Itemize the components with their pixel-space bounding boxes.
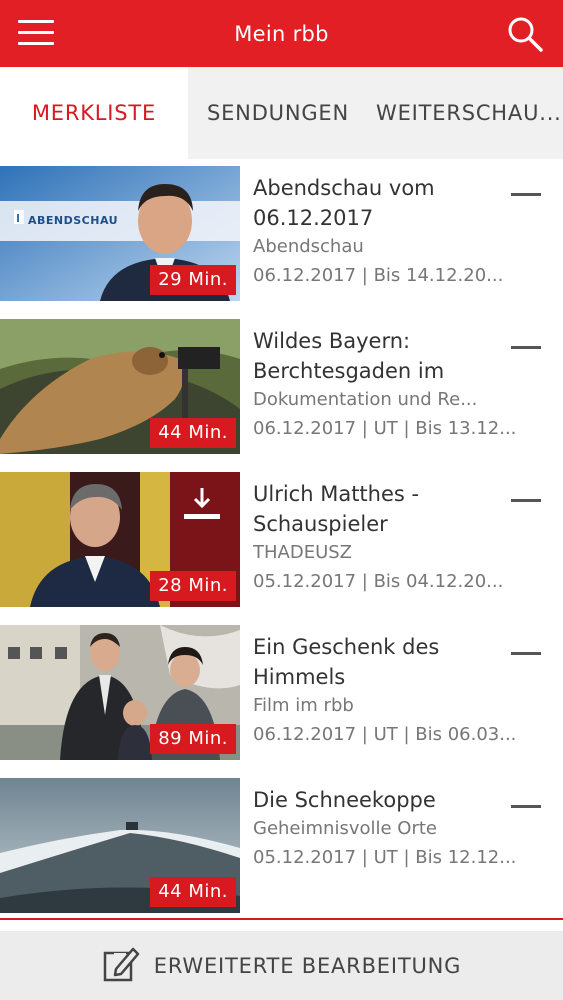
extended-edit-button[interactable]: ERWEITERTE BEARBEITUNG xyxy=(0,931,563,1000)
app-header: Mein rbb xyxy=(0,0,563,67)
duration-badge: 29 Min. xyxy=(150,265,236,295)
page-title: Mein rbb xyxy=(234,21,329,46)
remove-icon[interactable] xyxy=(511,805,541,808)
item-title[interactable]: Ulrich Matthes - Schauspieler xyxy=(253,479,515,539)
item-info: Ulrich Matthes - Schauspieler THADEUSZ 0… xyxy=(253,479,515,597)
item-info: Ein Geschenk des Himmels Film im rbb 06.… xyxy=(253,632,516,750)
item-info: Wildes Bayern: Berchtesgaden im Dokument… xyxy=(253,326,516,444)
hamburger-menu-icon[interactable] xyxy=(18,20,54,46)
list-item: ABENDSCHAU 29 Min. Abendschau vom 06.12.… xyxy=(0,159,563,312)
tab-merkliste[interactable]: MERKLISTE xyxy=(0,67,188,159)
item-subtitle: Dokumentation und Re... xyxy=(253,389,478,410)
list-item: 28 Min. Ulrich Matthes - Schauspieler TH… xyxy=(0,465,563,618)
item-subtitle: Geheimnisvolle Orte xyxy=(253,818,437,839)
list-item: 89 Min. Ein Geschenk des Himmels Film im… xyxy=(0,618,563,771)
item-meta: 05.12.2017 | Bis 04.12.20... xyxy=(253,571,504,592)
item-title[interactable]: Ein Geschenk des Himmels xyxy=(253,632,515,692)
item-subtitle: THADEUSZ xyxy=(253,542,353,563)
item-subtitle: Abendschau xyxy=(253,236,364,257)
remove-icon[interactable] xyxy=(511,652,541,655)
item-title[interactable]: Wildes Bayern: Berchtesgaden im xyxy=(253,326,515,386)
list-item: 44 Min. Wildes Bayern: Berchtesgaden im … xyxy=(0,312,563,465)
item-meta: 06.12.2017 | Bis 14.12.20... xyxy=(253,265,504,286)
search-icon[interactable] xyxy=(505,14,545,54)
item-subtitle: Film im rbb xyxy=(253,695,354,716)
video-thumbnail[interactable]: 44 Min. xyxy=(0,319,240,454)
item-title[interactable]: Abendschau vom 06.12.2017 xyxy=(253,173,515,233)
tab-weiterschauen[interactable]: WEITERSCHAU... xyxy=(368,67,563,159)
duration-badge: 28 Min. xyxy=(150,571,236,601)
video-thumbnail[interactable]: 89 Min. xyxy=(0,625,240,760)
remove-icon[interactable] xyxy=(511,193,541,196)
video-thumbnail[interactable]: 44 Min. xyxy=(0,778,240,913)
item-info: Abendschau vom 06.12.2017 Abendschau 06.… xyxy=(253,173,515,291)
video-thumbnail[interactable]: ABENDSCHAU 29 Min. xyxy=(0,166,240,301)
extended-edit-label: ERWEITERTE BEARBEITUNG xyxy=(153,953,462,978)
duration-badge: 89 Min. xyxy=(150,724,236,754)
item-info: Die Schneekoppe Geheimnisvolle Orte 05.1… xyxy=(253,785,516,873)
item-meta: 06.12.2017 | UT | Bis 06.03... xyxy=(253,724,517,745)
thumbnail-logo: ABENDSCHAU xyxy=(28,214,119,227)
item-meta: 06.12.2017 | UT | Bis 13.12... xyxy=(253,418,517,439)
item-title[interactable]: Die Schneekoppe xyxy=(253,785,515,815)
duration-badge: 44 Min. xyxy=(150,418,236,448)
edit-icon xyxy=(102,945,140,987)
duration-badge: 44 Min. xyxy=(150,877,236,907)
remove-icon[interactable] xyxy=(511,499,541,502)
tab-bar: MERKLISTE SENDUNGEN WEITERSCHAU... xyxy=(0,67,563,159)
downloaded-icon xyxy=(182,484,222,524)
divider xyxy=(0,918,563,920)
list-item: 44 Min. Die Schneekoppe Geheimnisvolle O… xyxy=(0,771,563,924)
tab-sendungen[interactable]: SENDUNGEN xyxy=(188,67,368,159)
remove-icon[interactable] xyxy=(511,346,541,349)
watchlist: ABENDSCHAU 29 Min. Abendschau vom 06.12.… xyxy=(0,159,563,924)
item-meta: 05.12.2017 | UT | Bis 12.12... xyxy=(253,847,517,868)
video-thumbnail[interactable]: 28 Min. xyxy=(0,472,240,607)
